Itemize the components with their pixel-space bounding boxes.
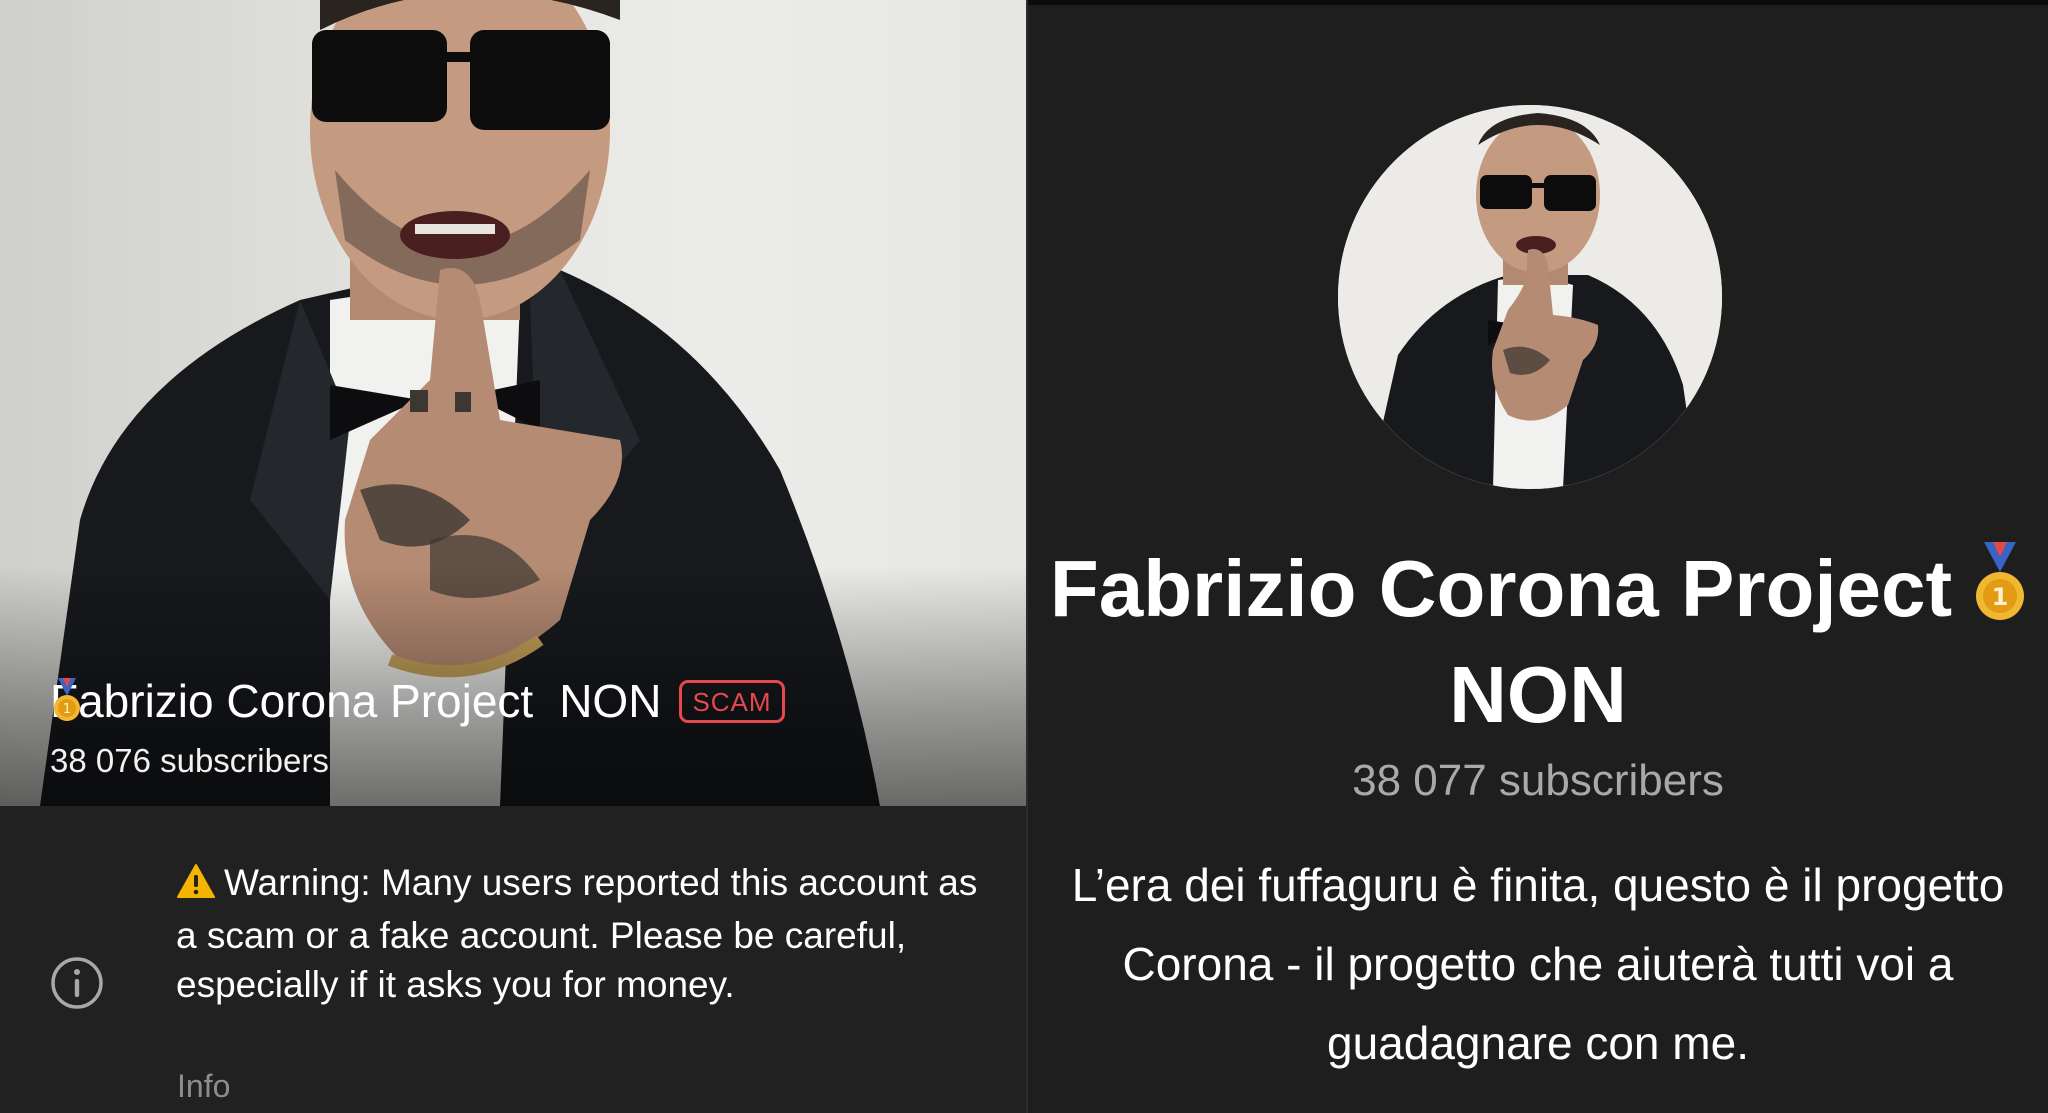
subscriber-count: 38 077 subscribers [1352,756,1724,805]
channel-profile-right: Fabrizio Corona Project 1 NON 38 077 sub… [1028,0,2048,1113]
channel-title-large: Fabrizio Corona Project 1 NON [1028,540,2048,744]
medal-icon: 1 [1974,542,2026,646]
top-strip [1028,0,2048,5]
channel-description: L’era dei fuffaguru è finita, questo è i… [1071,859,2005,1069]
channel-title-text: Fabrizio Corona Project [1049,544,1953,633]
warning-icon [176,862,216,911]
subscriber-count: 38 076 subscribers [50,742,329,779]
channel-title-suffix: NON [559,675,662,727]
warning-text: Warning: Many users reported this accoun… [176,862,978,1005]
info-icon [50,956,104,1010]
scam-warning: Warning: Many users reported this accoun… [176,858,996,1009]
channel-profile-left: Fabrizio Corona Project 1 NON SCAM 38 07… [0,0,1026,1113]
channel-title-suffix: NON [1449,650,1627,739]
channel-title: Fabrizio Corona Project 1 NON SCAM [50,678,785,724]
info-label: Info [177,1068,231,1104]
info-section: Warning: Many users reported this accoun… [0,806,1026,1113]
scam-badge: SCAM [679,679,785,723]
cover-photo[interactable]: Fabrizio Corona Project 1 NON SCAM 38 07… [0,0,1026,806]
svg-text:1: 1 [1992,583,2009,611]
channel-avatar[interactable] [1338,105,1722,489]
channel-title-text: Fabrizio Corona Project [50,675,534,727]
svg-text:1: 1 [63,702,71,717]
screenshot-composite: Fabrizio Corona Project 1 NON SCAM 38 07… [0,0,2048,1113]
